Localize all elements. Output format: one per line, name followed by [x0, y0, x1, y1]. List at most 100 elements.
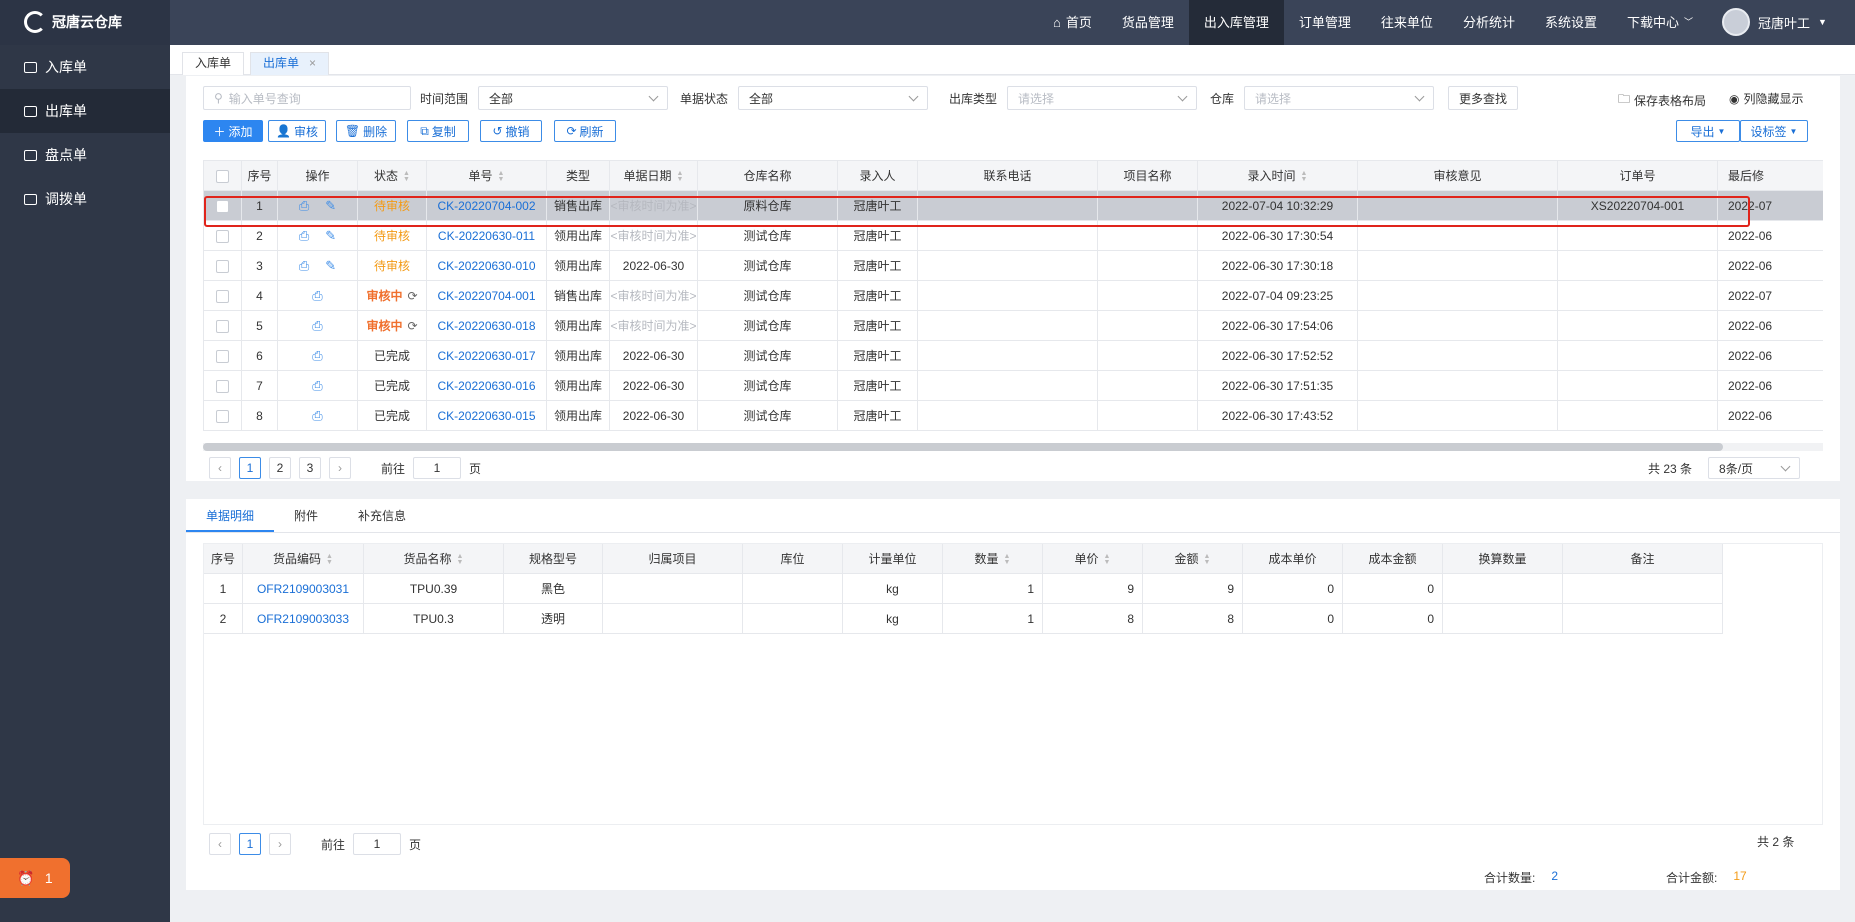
order-code-link[interactable]: CK-20220704-001	[437, 289, 535, 303]
sort-icon[interactable]: ▲ ▼	[1301, 170, 1308, 183]
goto-page-input[interactable]: 1	[413, 457, 462, 479]
prev-page-button[interactable]: ‹	[209, 457, 231, 479]
nav-partners[interactable]: 往来单位	[1366, 0, 1448, 45]
alert-button[interactable]: ⏰ 1	[0, 858, 70, 898]
checkbox-cell[interactable]	[203, 250, 242, 281]
print-icon[interactable]: ⎙	[299, 198, 309, 214]
column-visibility-button[interactable]: ◉ 列隐藏显示	[1729, 90, 1804, 107]
col-header-sortable[interactable]: 单号 ▲ ▼	[426, 160, 547, 191]
refresh-button[interactable]: ⟳ 刷新	[554, 120, 616, 142]
tab-outbound[interactable]: 出库单 ×	[250, 52, 330, 75]
detail-row[interactable]: 1 OFR2109003031 TPU0.39 黑色 kg 1 9 9 0 0	[203, 573, 1723, 604]
checkbox-cell[interactable]	[203, 370, 242, 401]
order-code-link[interactable]: CK-20220630-015	[437, 409, 535, 423]
page-button-1[interactable]: 1	[239, 833, 261, 855]
outbound-type-select[interactable]: 请选择	[1007, 86, 1198, 110]
tab-inbound[interactable]: 入库单	[182, 52, 245, 75]
order-code-link[interactable]: CK-20220630-017	[437, 349, 535, 363]
order-code-link[interactable]: CK-20220630-010	[437, 259, 535, 273]
col-header-sortable[interactable]: 录入时间 ▲ ▼	[1197, 160, 1358, 191]
close-icon[interactable]: ×	[309, 56, 316, 70]
checkbox-cell[interactable]	[203, 190, 242, 221]
refresh-icon[interactable]: ⟳	[407, 289, 417, 303]
sidebar-item-inbound[interactable]: 入库单	[0, 45, 170, 89]
nav-goods[interactable]: 货品管理	[1107, 0, 1189, 45]
sort-icon[interactable]: ▲ ▼	[326, 553, 333, 566]
sort-icon[interactable]: ▲ ▼	[403, 170, 410, 183]
sort-icon[interactable]: ▲ ▼	[1004, 553, 1011, 566]
row-checkbox[interactable]	[216, 259, 229, 273]
delete-button[interactable]: 🗑 删除	[336, 120, 396, 142]
revoke-button[interactable]: ↺ 撤销	[480, 120, 542, 142]
col-header-sortable[interactable]: 状态 ▲ ▼	[357, 160, 427, 191]
col-header-sortable[interactable]: 货品编码 ▲ ▼	[242, 543, 364, 574]
scrollbar-thumb[interactable]	[203, 443, 1723, 451]
order-code-link[interactable]: CK-20220630-011	[438, 229, 535, 243]
status-select[interactable]: 全部	[738, 86, 929, 110]
table-row[interactable]: 1 ⎙ ✎ 待审核 CK-20220704-002 销售出库 <审核时间为准> 原料仓库 冠唐叶…	[203, 190, 1823, 221]
tab-attachments[interactable]: 附件	[274, 499, 338, 532]
order-code-link[interactable]: CK-20220704-002	[437, 199, 535, 213]
goods-code-link[interactable]: OFR2109003033	[257, 612, 349, 626]
checkbox-cell[interactable]	[203, 400, 242, 431]
col-header-sortable[interactable]: 货品名称 ▲ ▼	[363, 543, 504, 574]
nav-analytics[interactable]: 分析统计	[1448, 0, 1530, 45]
print-icon[interactable]: ⎙	[312, 288, 322, 304]
row-checkbox[interactable]	[216, 319, 229, 333]
print-icon[interactable]: ⎙	[299, 258, 309, 274]
print-icon[interactable]: ⎙	[312, 318, 322, 334]
checkbox-cell[interactable]	[203, 340, 242, 371]
sidebar-item-stocktake[interactable]: 盘点单	[0, 133, 170, 177]
order-code-link[interactable]: CK-20220630-016	[437, 379, 535, 393]
sort-icon[interactable]: ▲ ▼	[498, 170, 505, 183]
page-button-1[interactable]: 1	[239, 457, 261, 479]
table-row[interactable]: 8 ⎙ 已完成 CK-20220630-015 领用出库 2022-06-30 测试仓库 冠唐…	[203, 400, 1823, 431]
copy-button[interactable]: ⧉ 复制	[407, 120, 469, 142]
more-search-button[interactable]: 更多查找	[1448, 86, 1518, 110]
print-icon[interactable]: ⎙	[312, 348, 322, 364]
checkbox-cell[interactable]	[203, 280, 242, 311]
checkbox-cell[interactable]	[203, 310, 242, 341]
save-layout-button[interactable]: 🗀 保存表格布局	[1618, 90, 1706, 111]
goods-code-link[interactable]: OFR2109003031	[257, 582, 349, 596]
nav-downloads[interactable]: 下载中心 ﹀	[1612, 0, 1708, 45]
add-button[interactable]: ＋添加	[203, 120, 263, 142]
app-logo[interactable]: 冠唐云仓库	[24, 11, 122, 33]
col-header-sortable[interactable]: 单价 ▲ ▼	[1042, 543, 1143, 574]
user-menu[interactable]: 冠唐叶工 ▼	[1722, 8, 1827, 36]
prev-page-button[interactable]: ‹	[209, 833, 231, 855]
table-row[interactable]: 5 ⎙ 审核中 ⟳ CK-20220630-018 领用出库 <审核时间为准> 测试仓库 冠唐叶…	[203, 310, 1823, 341]
set-tag-button[interactable]: 设标签 ▼	[1740, 120, 1808, 142]
table-row[interactable]: 6 ⎙ 已完成 CK-20220630-017 领用出库 2022-06-30 测试仓库 冠唐…	[203, 340, 1823, 371]
warehouse-select[interactable]: 请选择	[1244, 86, 1435, 110]
next-page-button[interactable]: ›	[269, 833, 291, 855]
time-range-select[interactable]: 全部	[478, 86, 669, 110]
row-checkbox[interactable]	[216, 379, 229, 393]
edit-icon[interactable]: ✎	[325, 258, 336, 274]
sort-icon[interactable]: ▲ ▼	[677, 170, 684, 183]
sidebar-item-transfer[interactable]: 调拨单	[0, 177, 170, 221]
table-row[interactable]: 2 ⎙ ✎ 待审核 CK-20220630-011 领用出库 <审核时间为准> 测试仓库 冠唐叶…	[203, 220, 1823, 251]
search-input[interactable]: ⚲ 输入单号查询	[203, 86, 411, 110]
horizontal-scrollbar[interactable]	[203, 443, 1823, 451]
sort-icon[interactable]: ▲ ▼	[457, 553, 464, 566]
print-icon[interactable]: ⎙	[299, 228, 309, 244]
header-checkbox-cell[interactable]	[203, 160, 242, 191]
row-checkbox[interactable]	[216, 199, 229, 213]
order-code-link[interactable]: CK-20220630-018	[437, 319, 535, 333]
tab-detail-items[interactable]: 单据明细	[186, 499, 275, 532]
sort-icon[interactable]: ▲ ▼	[1204, 553, 1211, 566]
row-checkbox[interactable]	[216, 289, 229, 303]
print-icon[interactable]: ⎙	[312, 378, 322, 394]
audit-button[interactable]: 👤 审核	[268, 120, 326, 142]
edit-icon[interactable]: ✎	[325, 198, 336, 214]
nav-settings[interactable]: 系统设置	[1530, 0, 1612, 45]
nav-orders[interactable]: 订单管理	[1284, 0, 1366, 45]
table-row[interactable]: 4 ⎙ 审核中 ⟳ CK-20220704-001 销售出库 <审核时间为准> 测试仓库 冠唐叶…	[203, 280, 1823, 311]
edit-icon[interactable]: ✎	[325, 228, 336, 244]
row-checkbox[interactable]	[216, 229, 229, 243]
goto-page-input[interactable]: 1	[353, 833, 402, 855]
sort-icon[interactable]: ▲ ▼	[1104, 553, 1111, 566]
table-row[interactable]: 3 ⎙ ✎ 待审核 CK-20220630-010 领用出库 2022-06-30 测试仓库冠…	[203, 250, 1823, 281]
next-page-button[interactable]: ›	[329, 457, 351, 479]
